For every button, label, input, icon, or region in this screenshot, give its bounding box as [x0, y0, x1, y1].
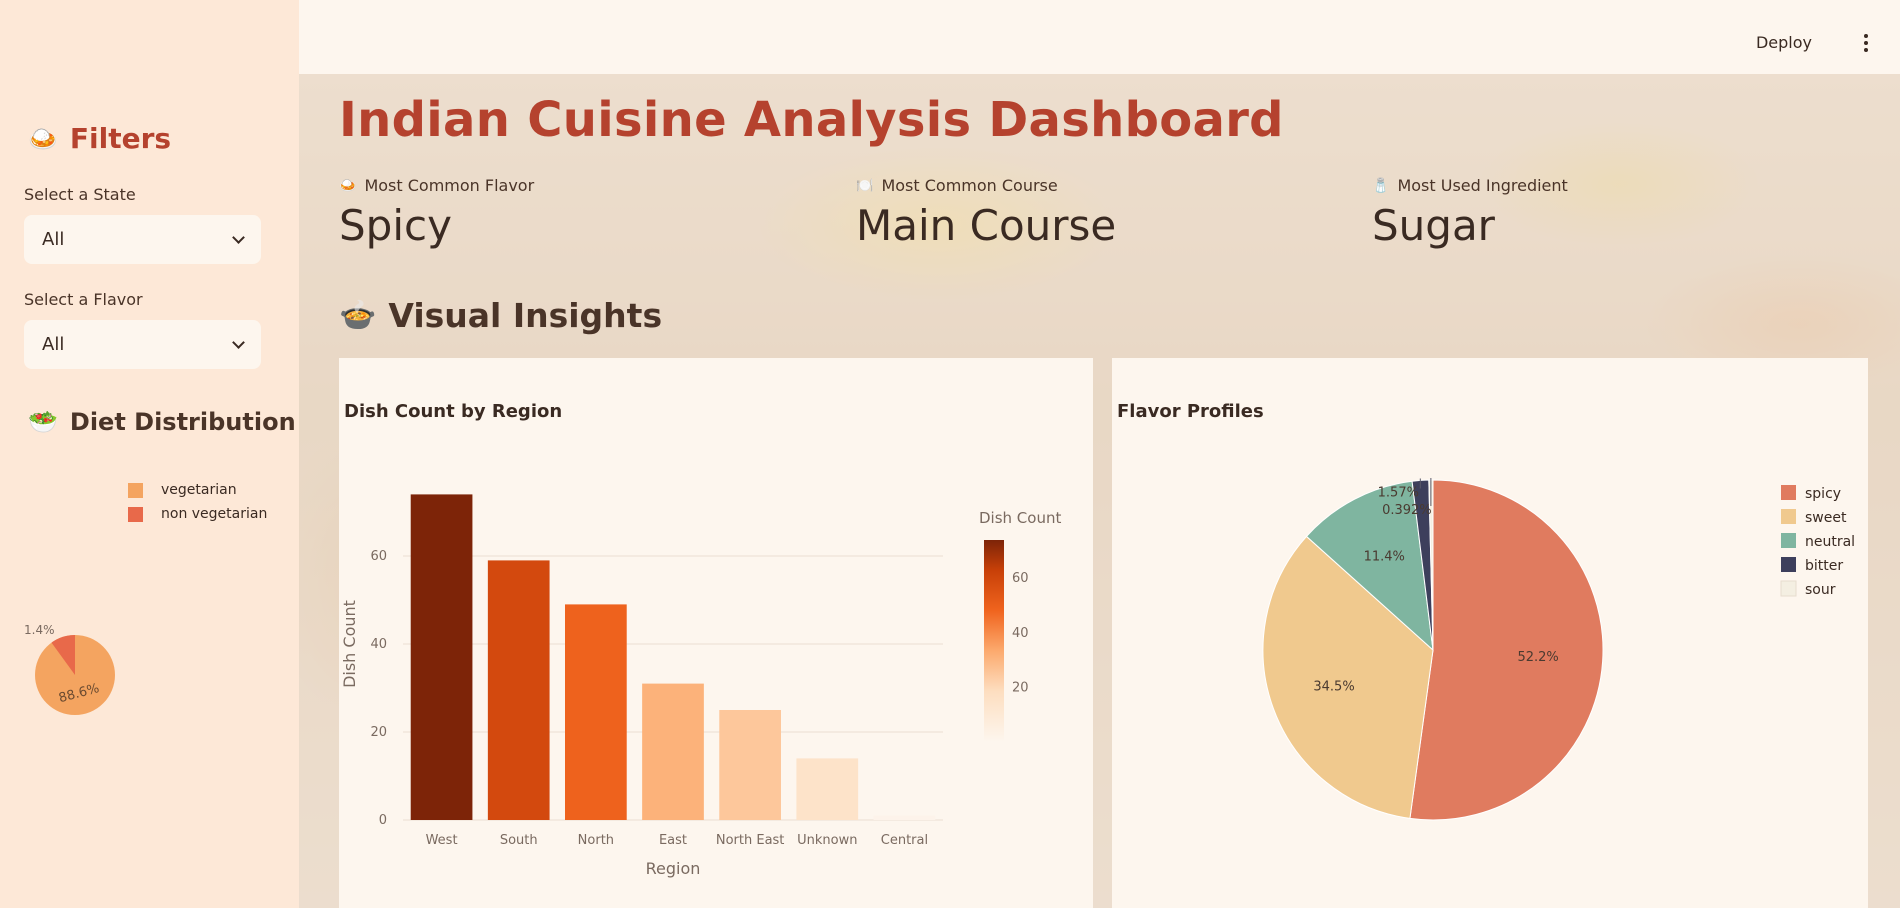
chevron-down-icon [232, 335, 245, 349]
more-menu-icon[interactable] [1864, 34, 1870, 52]
y-tick-label: 20 [370, 725, 387, 740]
diet-pie-chart: 88.6% [35, 635, 115, 715]
pie-value-label: 52.2% [1517, 650, 1558, 665]
legend-label[interactable]: bitter [1805, 558, 1843, 574]
bar-chart-card: Dish Count by Region 0 20 40 60 West South Nor… [339, 358, 1093, 908]
page-title: Indian Cuisine Analysis Dashboard [339, 92, 1284, 148]
legend-item[interactable]: non vegetarian [128, 502, 267, 526]
legend-swatch[interactable] [1781, 557, 1796, 572]
filters-title: Filters [69, 122, 172, 155]
bar[interactable] [410, 494, 473, 820]
diet-legend: vegetarian non vegetarian [128, 478, 267, 526]
x-tick-label: West [426, 833, 458, 848]
legend-label[interactable]: sweet [1805, 510, 1847, 526]
pie-slice-spicy[interactable] [1409, 479, 1604, 821]
legend-label: vegetarian [161, 482, 237, 498]
diet-heading: 🥗 Diet Distribution [28, 408, 296, 436]
section-heading: 🍲 Visual Insights [339, 296, 662, 335]
metric-value: Sugar [1372, 201, 1495, 250]
curry-bowl-icon: 🍛 [28, 124, 58, 153]
filters-heading: 🍛 Filters [28, 122, 171, 155]
flavor-select-value: All [42, 334, 65, 355]
colorbar-tick: 40 [1012, 626, 1029, 641]
bar[interactable] [487, 560, 550, 820]
x-tick-label: North [578, 833, 614, 848]
legend-label[interactable]: neutral [1805, 534, 1855, 550]
legend-label: non vegetarian [161, 506, 268, 522]
metric-value: Spicy [339, 201, 452, 250]
colorbar-title: Dish Count [979, 509, 1061, 527]
legend-label[interactable]: spicy [1805, 486, 1841, 502]
bar-chart: 0 20 40 60 West South North East North East Unkno… [340, 494, 1061, 878]
legend-swatch[interactable] [1780, 580, 1797, 597]
bar[interactable] [565, 604, 627, 820]
pie-value-label: 34.5% [1313, 679, 1354, 694]
chevron-down-icon [232, 230, 245, 244]
curry-icon: 🍛 [339, 177, 357, 194]
colorbar [984, 540, 1004, 742]
legend-label[interactable]: sour [1805, 582, 1836, 598]
x-tick-label: North East [716, 833, 785, 848]
colorbar-tick: 60 [1012, 571, 1029, 586]
y-axis-title: Dish Count [340, 600, 359, 688]
x-tick-label: East [659, 833, 687, 848]
metric-value: Main Course [856, 201, 1117, 250]
flavor-select[interactable]: All [24, 320, 261, 369]
legend-swatch[interactable] [1781, 485, 1796, 500]
section-title: Visual Insights [388, 296, 663, 335]
y-tick-label: 0 [379, 813, 387, 828]
bar[interactable] [796, 758, 859, 820]
pie-value-label: 0.392% [1382, 503, 1432, 518]
top-bar: Deploy [299, 0, 1900, 74]
legend-swatch[interactable] [1781, 509, 1796, 524]
pie-value-label: 11.4% [1364, 550, 1405, 565]
x-axis-title: Region [646, 859, 701, 878]
salt-icon: 🧂 [1372, 177, 1390, 194]
stew-icon: 🍲 [339, 298, 377, 333]
metric-label: Most Common Flavor [364, 176, 535, 195]
state-select[interactable]: All [24, 215, 261, 264]
pie-chart-card: Flavor Profiles 52.2% 34.5% 11.4% 1.57% 0.39… [1112, 358, 1868, 908]
deploy-button[interactable]: Deploy [1756, 33, 1812, 52]
x-tick-label: South [500, 833, 538, 848]
legend-item[interactable]: vegetarian [128, 478, 267, 502]
plate-icon: 🍽️ [856, 177, 874, 194]
metric-label: Most Common Course [881, 176, 1058, 195]
metric-flavor: 🍛 Most Common Flavor Spicy [339, 176, 534, 250]
state-label: Select a State [24, 185, 136, 204]
metric-ingredient: 🧂 Most Used Ingredient Sugar [1372, 176, 1568, 250]
sidebar: 🍛 Filters Select a State All Select a Fl… [0, 0, 299, 908]
metric-course: 🍽️ Most Common Course Main Course [856, 176, 1116, 250]
state-select-value: All [42, 229, 65, 250]
colorbar-tick: 20 [1012, 680, 1029, 695]
legend-swatch [128, 482, 143, 498]
metric-label: Most Used Ingredient [1397, 176, 1568, 195]
flavor-label: Select a Flavor [24, 290, 143, 309]
salad-icon: 🥗 [28, 408, 58, 436]
x-tick-label: Unknown [797, 833, 857, 848]
bar[interactable] [873, 815, 936, 820]
y-tick-label: 60 [370, 549, 387, 564]
bar[interactable] [719, 710, 781, 820]
x-tick-label: Central [881, 833, 928, 848]
pie-value-label: 1.57% [1378, 485, 1419, 500]
diet-title: Diet Distribution [69, 408, 296, 436]
bar[interactable] [642, 683, 704, 820]
legend-swatch[interactable] [1781, 533, 1796, 548]
legend-swatch [128, 506, 143, 522]
y-tick-label: 40 [370, 637, 387, 652]
pie-chart: 52.2% 34.5% 11.4% 1.57% 0.392% spicy sweet neut… [1262, 478, 1855, 821]
